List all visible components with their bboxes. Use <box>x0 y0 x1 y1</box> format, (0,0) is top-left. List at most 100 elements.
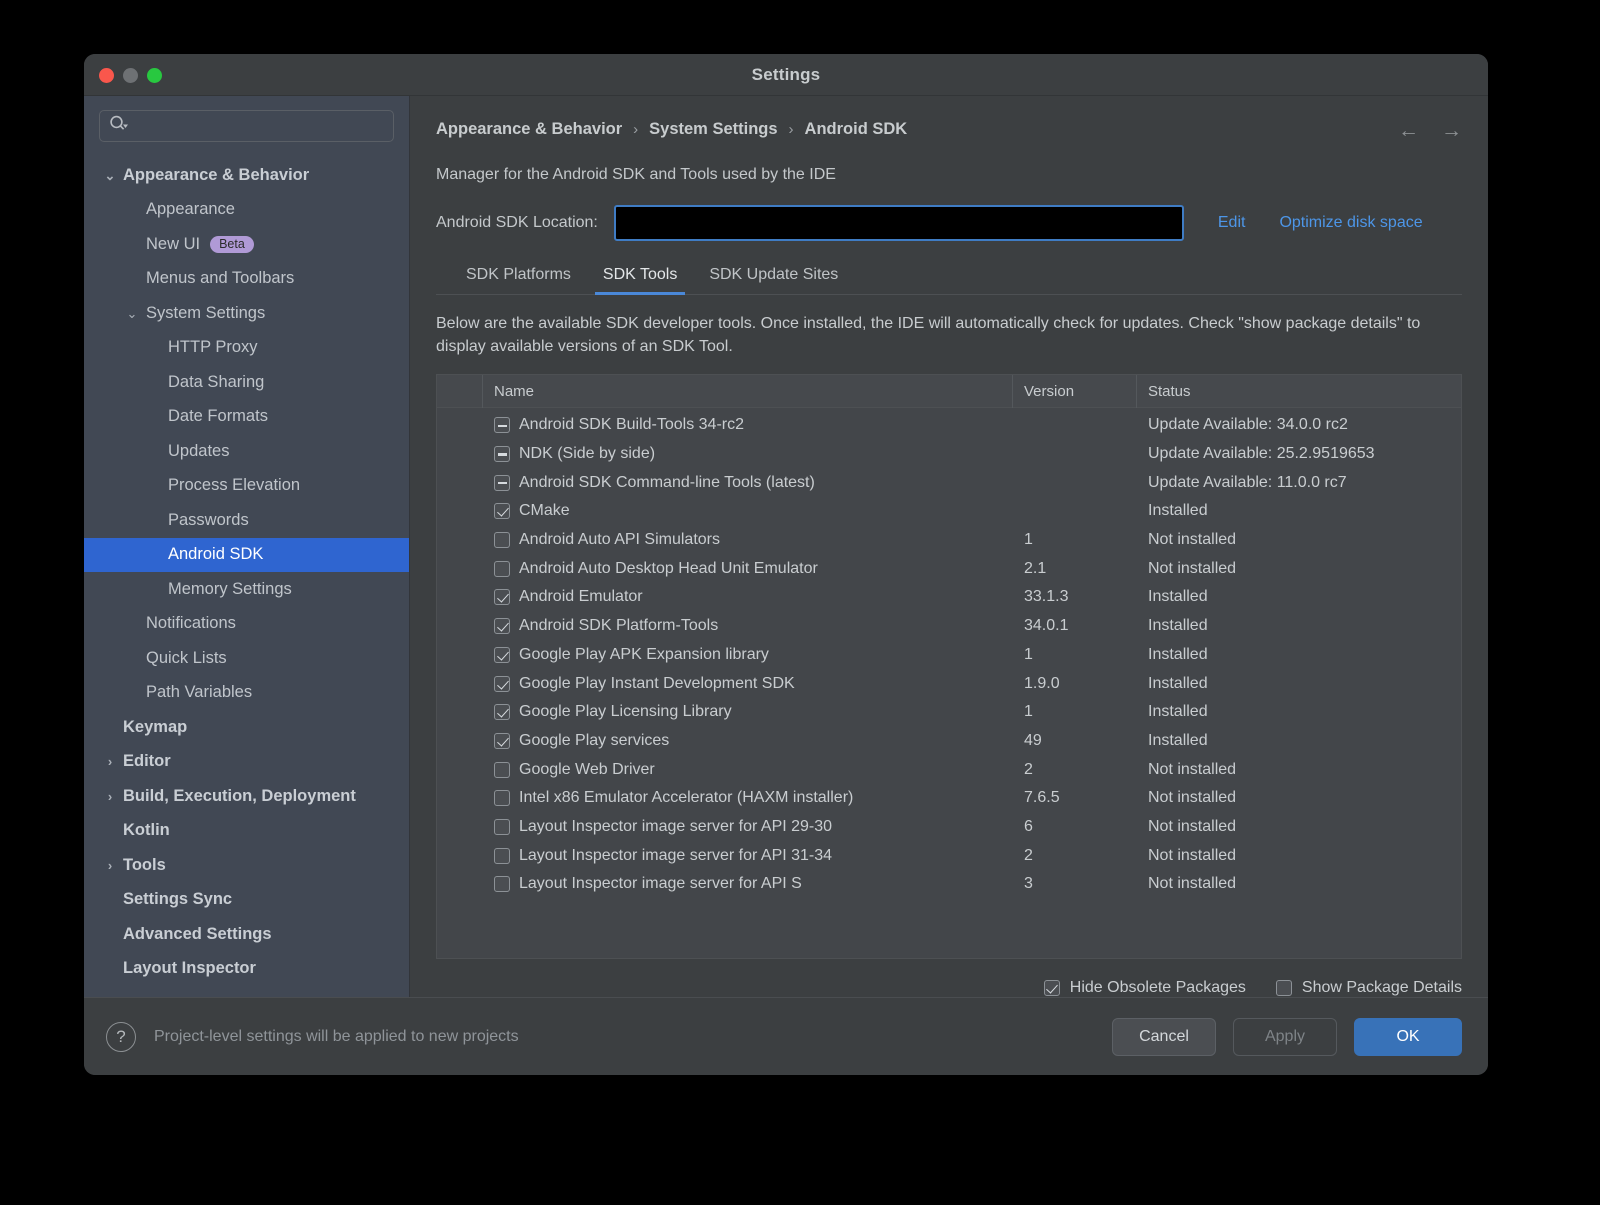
sidebar-item-process-elevation[interactable]: Process Elevation <box>84 469 409 504</box>
sidebar-item-appearance-behavior[interactable]: ⌄ Appearance & Behavior <box>84 158 409 193</box>
chevron-down-icon[interactable]: ⌄ <box>102 169 118 182</box>
package-status-cell: Installed <box>1137 703 1461 721</box>
sidebar-item-updates[interactable]: Updates <box>84 434 409 469</box>
option-hide-obsolete-packages[interactable]: Hide Obsolete Packages <box>1044 979 1246 997</box>
package-checkbox[interactable] <box>494 618 510 634</box>
breadcrumb-item-2[interactable]: Android SDK <box>805 120 908 139</box>
sidebar-item-label: New UI <box>146 235 200 254</box>
sidebar-item-settings-sync[interactable]: Settings Sync <box>84 883 409 918</box>
forward-arrow-icon[interactable]: → <box>1441 118 1462 144</box>
package-checkbox[interactable] <box>494 819 510 835</box>
sidebar-item-label: Appearance & Behavior <box>123 166 309 185</box>
ok-button[interactable]: OK <box>1354 1018 1462 1056</box>
title-bar: Settings <box>84 54 1488 96</box>
column-header-status[interactable]: Status <box>1137 375 1461 408</box>
sidebar-search-box[interactable] <box>99 110 394 142</box>
sidebar-item-advanced-settings[interactable]: Advanced Settings <box>84 917 409 952</box>
package-checkbox[interactable] <box>494 475 510 491</box>
cancel-button[interactable]: Cancel <box>1112 1018 1216 1056</box>
sidebar-item-kotlin[interactable]: Kotlin <box>84 814 409 849</box>
option-checkbox[interactable] <box>1044 980 1060 996</box>
help-icon[interactable]: ? <box>106 1022 136 1052</box>
package-checkbox[interactable] <box>494 647 510 663</box>
chevron-down-icon[interactable]: ⌄ <box>124 307 140 320</box>
package-status-cell: Installed <box>1137 502 1461 520</box>
sidebar-item-label: Memory Settings <box>168 580 292 599</box>
package-checkbox[interactable] <box>494 532 510 548</box>
sidebar-item-date-formats[interactable]: Date Formats <box>84 400 409 435</box>
table-row[interactable]: CMakeInstalled <box>437 497 1461 526</box>
package-name-label: Layout Inspector image server for API 31… <box>519 847 832 865</box>
package-checkbox[interactable] <box>494 417 510 433</box>
table-row[interactable]: Layout Inspector image server for API S3… <box>437 870 1461 899</box>
column-header-check[interactable] <box>437 375 483 408</box>
sidebar-item-system-settings[interactable]: ⌄System Settings <box>84 296 409 331</box>
package-checkbox[interactable] <box>494 848 510 864</box>
table-row[interactable]: Android SDK Platform-Tools34.0.1Installe… <box>437 612 1461 641</box>
package-name-label: Android SDK Build-Tools 34-rc2 <box>519 416 744 434</box>
table-row[interactable]: Android Auto API Simulators1Not installe… <box>437 526 1461 555</box>
back-arrow-icon[interactable]: ← <box>1398 118 1419 144</box>
column-header-version[interactable]: Version <box>1013 375 1137 408</box>
sidebar-item-layout-inspector[interactable]: Layout Inspector <box>84 952 409 987</box>
tab-sdk-tools[interactable]: SDK Tools <box>587 266 693 294</box>
table-row[interactable]: Android SDK Build-Tools 34-rc2Update Ava… <box>437 411 1461 440</box>
package-checkbox[interactable] <box>494 876 510 892</box>
sidebar-item-passwords[interactable]: Passwords <box>84 503 409 538</box>
sidebar-item-http-proxy[interactable]: HTTP Proxy <box>84 331 409 366</box>
package-name-label: Android SDK Command-line Tools (latest) <box>519 474 815 492</box>
package-name-label: Android Auto Desktop Head Unit Emulator <box>519 560 818 578</box>
sidebar-item-menus-and-toolbars[interactable]: Menus and Toolbars <box>84 262 409 297</box>
option-label: Show Package Details <box>1302 979 1462 997</box>
package-checkbox[interactable] <box>494 589 510 605</box>
footer-note: Project-level settings will be applied t… <box>154 1028 519 1046</box>
breadcrumb-item-0[interactable]: Appearance & Behavior <box>436 120 622 139</box>
sidebar-item-memory-settings[interactable]: Memory Settings <box>84 572 409 607</box>
option-show-package-details[interactable]: Show Package Details <box>1276 979 1462 997</box>
sidebar-item-build-execution-deployment[interactable]: ›Build, Execution, Deployment <box>84 779 409 814</box>
sidebar-item-notifications[interactable]: Notifications <box>84 607 409 642</box>
sidebar-item-data-sharing[interactable]: Data Sharing <box>84 365 409 400</box>
table-row[interactable]: Android Emulator33.1.3Installed <box>437 583 1461 612</box>
edit-link[interactable]: Edit <box>1218 214 1246 232</box>
sdk-location-input[interactable] <box>614 205 1184 241</box>
search-input[interactable] <box>133 118 384 134</box>
sidebar-item-appearance[interactable]: Appearance <box>84 193 409 228</box>
package-checkbox[interactable] <box>494 446 510 462</box>
sidebar-item-editor[interactable]: ›Editor <box>84 745 409 780</box>
table-row[interactable]: Android Auto Desktop Head Unit Emulator2… <box>437 554 1461 583</box>
table-row[interactable]: Intel x86 Emulator Accelerator (HAXM ins… <box>437 784 1461 813</box>
sidebar-item-new-ui[interactable]: New UIBeta <box>84 227 409 262</box>
package-checkbox[interactable] <box>494 503 510 519</box>
chevron-right-icon[interactable]: › <box>102 859 118 872</box>
tab-sdk-platforms[interactable]: SDK Platforms <box>450 266 587 294</box>
column-header-name[interactable]: Name <box>483 375 1013 408</box>
table-row[interactable]: Google Play Licensing Library1Installed <box>437 698 1461 727</box>
sidebar-item-path-variables[interactable]: Path Variables <box>84 676 409 711</box>
package-checkbox[interactable] <box>494 790 510 806</box>
option-checkbox[interactable] <box>1276 980 1292 996</box>
package-checkbox[interactable] <box>494 704 510 720</box>
sidebar-item-tools[interactable]: ›Tools <box>84 848 409 883</box>
sidebar-item-label: Keymap <box>123 718 187 737</box>
optimize-disk-space-link[interactable]: Optimize disk space <box>1279 214 1422 232</box>
chevron-right-icon[interactable]: › <box>102 755 118 768</box>
sidebar-item-android-sdk[interactable]: Android SDK <box>84 538 409 573</box>
table-row[interactable]: Google Play Instant Development SDK1.9.0… <box>437 669 1461 698</box>
package-checkbox[interactable] <box>494 676 510 692</box>
table-row[interactable]: Google Play APK Expansion library1Instal… <box>437 641 1461 670</box>
chevron-right-icon[interactable]: › <box>102 790 118 803</box>
table-row[interactable]: Google Web Driver2Not installed <box>437 755 1461 784</box>
table-row[interactable]: NDK (Side by side)Update Available: 25.2… <box>437 440 1461 469</box>
breadcrumb-item-1[interactable]: System Settings <box>649 120 777 139</box>
package-checkbox[interactable] <box>494 561 510 577</box>
table-row[interactable]: Layout Inspector image server for API 29… <box>437 813 1461 842</box>
sidebar-item-quick-lists[interactable]: Quick Lists <box>84 641 409 676</box>
table-row[interactable]: Google Play services49Installed <box>437 727 1461 756</box>
package-checkbox[interactable] <box>494 733 510 749</box>
table-row[interactable]: Layout Inspector image server for API 31… <box>437 841 1461 870</box>
package-checkbox[interactable] <box>494 762 510 778</box>
table-row[interactable]: Android SDK Command-line Tools (latest)U… <box>437 468 1461 497</box>
sidebar-item-keymap[interactable]: Keymap <box>84 710 409 745</box>
tab-sdk-update-sites[interactable]: SDK Update Sites <box>693 266 854 294</box>
